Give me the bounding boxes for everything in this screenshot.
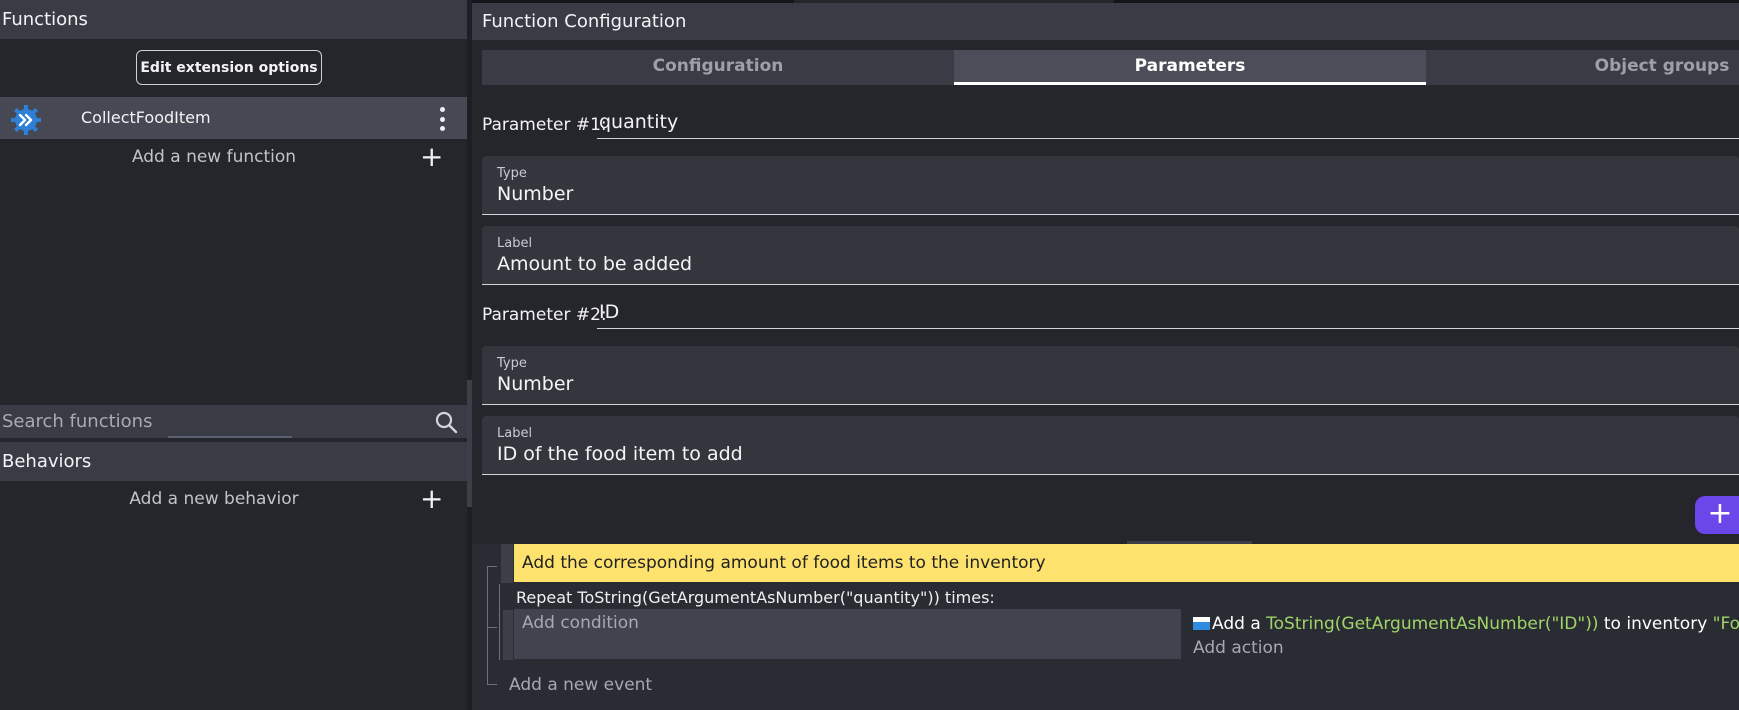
functions-header: Functions [0, 0, 467, 39]
parameter-2-type-value: Number [497, 373, 574, 395]
event-tree-branch [487, 627, 497, 628]
event-comment[interactable]: Add the corresponding amount of food ite… [514, 544, 1739, 582]
add-parameter-button[interactable]: + [1695, 496, 1739, 534]
event-tree-line [499, 584, 500, 660]
more-options-icon[interactable] [432, 107, 452, 131]
action-prefix: Add a [1212, 614, 1267, 634]
conditions-area[interactable]: Add condition [514, 609, 1181, 659]
search-underline [168, 436, 292, 438]
action-middle: to inventory [1598, 614, 1713, 634]
add-behavior-row[interactable]: Add a new behavior + [0, 483, 467, 515]
parameter-2-title: Parameter #2: [482, 305, 607, 325]
parameter-1-type-select[interactable]: Type Number [482, 156, 1739, 215]
add-behavior-label: Add a new behavior [129, 489, 299, 509]
add-condition-button[interactable]: Add condition [522, 613, 639, 633]
parameter-2-label-caption: Label [497, 426, 533, 441]
action-add-to-inventory[interactable]: Add a ToString(GetArgumentAsNumber("ID")… [1193, 614, 1739, 634]
parameter-1-type-caption: Type [497, 166, 527, 181]
function-item-collectfooditem[interactable]: CollectFoodItem [0, 97, 467, 139]
action-inventory-name: "Food" [1712, 614, 1739, 634]
parameter-2-type-select[interactable]: Type Number [482, 346, 1739, 405]
inventory-icon [1193, 617, 1210, 630]
parameter-2-row: Parameter #2: ID [482, 299, 1739, 329]
parameter-2-label-value: ID of the food item to add [497, 443, 743, 465]
parameter-1-title: Parameter #1: [482, 115, 607, 135]
repeat-event-header[interactable]: Repeat ToString(GetArgumentAsNumber("qua… [516, 588, 995, 607]
add-event-button[interactable]: Add a new event [509, 675, 652, 695]
parameter-1-label-value: Amount to be added [497, 253, 693, 275]
add-function-plus-icon[interactable]: + [420, 141, 443, 173]
tab-parameters[interactable]: Parameters [954, 50, 1426, 85]
tab-configuration[interactable]: Configuration [482, 50, 954, 85]
configuration-tabs: Configuration Parameters Object groups [482, 50, 1739, 85]
parameter-1-label-input[interactable]: Label Amount to be added [482, 226, 1739, 285]
parameter-1-name-input[interactable]: quantity [597, 109, 1739, 139]
extension-gear-icon [11, 105, 41, 135]
event-tree-branch [487, 684, 497, 685]
search-icon[interactable] [434, 410, 458, 434]
add-behavior-plus-icon[interactable]: + [420, 483, 443, 515]
parameter-1-type-value: Number [497, 183, 574, 205]
edit-extension-options-button[interactable]: Edit extension options [136, 50, 322, 85]
function-configuration-panel: Function Configuration Configuration Par… [472, 0, 1739, 710]
action-expression: ToString(GetArgumentAsNumber("ID")) [1266, 614, 1599, 634]
event-drag-handle[interactable] [503, 610, 513, 660]
event-tree-branch [487, 566, 497, 567]
add-function-label: Add a new function [131, 147, 297, 167]
add-function-row[interactable]: Add a new function + [0, 141, 467, 173]
function-name: CollectFoodItem [81, 108, 211, 127]
search-functions-bar[interactable]: Search functions [0, 405, 467, 438]
events-sheet: Add the corresponding amount of food ite… [472, 544, 1739, 710]
event-tree-line [487, 566, 488, 684]
parameter-2-label-input[interactable]: Label ID of the food item to add [482, 416, 1739, 475]
parameter-1-row: Parameter #1: quantity [482, 109, 1739, 139]
functions-panel: Functions Edit extension options Collect… [0, 0, 467, 710]
parameter-1-label-caption: Label [497, 236, 533, 251]
function-configuration-header: Function Configuration [472, 3, 1739, 40]
comment-drag-handle[interactable] [501, 544, 513, 583]
tab-object-groups[interactable]: Object groups [1426, 50, 1739, 85]
behaviors-header: Behaviors [0, 442, 467, 481]
add-action-button[interactable]: Add action [1193, 638, 1284, 658]
parameter-2-name-input[interactable]: ID [597, 299, 1739, 329]
parameter-2-type-caption: Type [497, 356, 527, 371]
search-functions-input[interactable]: Search functions [2, 405, 152, 438]
